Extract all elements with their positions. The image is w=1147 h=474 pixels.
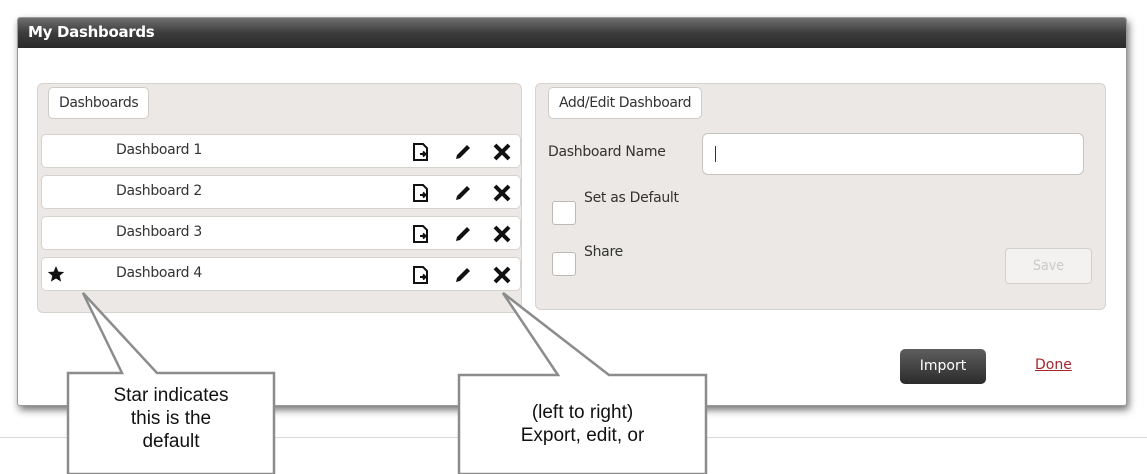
callout-line: Star indicates	[113, 385, 229, 406]
dashboards-panel: Dashboards Dashboard 1 Dashboard 2 Dashb…	[37, 83, 522, 313]
edit-icon[interactable]	[452, 141, 474, 163]
save-button[interactable]: Save	[1005, 248, 1092, 284]
dashboards-tab[interactable]: Dashboards	[48, 87, 150, 119]
dashboard-name-input[interactable]	[702, 133, 1084, 175]
dashboard-name: Dashboard 3	[116, 224, 203, 240]
edit-icon[interactable]	[452, 223, 474, 245]
dashboard-name: Dashboard 2	[116, 183, 203, 199]
dashboard-row[interactable]: Dashboard 1	[41, 134, 521, 168]
export-icon[interactable]	[410, 182, 432, 204]
text-cursor	[715, 146, 716, 162]
star-callout-text: Star indicates this is the default	[70, 384, 272, 453]
dashboard-name: Dashboard 1	[116, 142, 203, 158]
export-icon[interactable]	[410, 223, 432, 245]
export-icon[interactable]	[410, 264, 432, 286]
set-default-label: Set as Default	[584, 190, 679, 206]
delete-icon[interactable]	[491, 264, 513, 286]
dashboard-row[interactable]: Dashboard 4	[41, 257, 521, 291]
export-icon[interactable]	[410, 141, 432, 163]
delete-icon[interactable]	[491, 223, 513, 245]
edit-icon[interactable]	[452, 182, 474, 204]
actions-callout-text: (left to right) Export, edit, or	[461, 401, 704, 447]
add-edit-panel: Add/Edit Dashboard Dashboard Name Set as…	[535, 83, 1106, 310]
share-checkbox[interactable]	[552, 252, 576, 276]
share-label: Share	[584, 244, 623, 260]
delete-icon[interactable]	[491, 141, 513, 163]
callout-line: default	[142, 431, 200, 452]
callout-line: this is the	[130, 408, 212, 429]
dialog-header: My Dashboards	[18, 18, 1126, 48]
dashboard-name-label: Dashboard Name	[548, 144, 666, 160]
dialog-title: My Dashboards	[28, 23, 155, 41]
delete-icon[interactable]	[491, 182, 513, 204]
edit-icon[interactable]	[452, 264, 474, 286]
dashboard-name: Dashboard 4	[116, 265, 203, 281]
dashboard-row[interactable]: Dashboard 2	[41, 175, 521, 209]
star-icon	[47, 266, 65, 282]
my-dashboards-dialog: My Dashboards Dashboards Dashboard 1 Das…	[17, 17, 1127, 406]
callout-line: Export, edit, or	[520, 425, 645, 446]
set-default-checkbox[interactable]	[552, 201, 576, 225]
import-button[interactable]: Import	[900, 349, 986, 384]
add-edit-tab[interactable]: Add/Edit Dashboard	[548, 87, 703, 119]
dashboard-row[interactable]: Dashboard 3	[41, 216, 521, 250]
done-link[interactable]: Done	[1035, 357, 1072, 373]
callout-line: (left to right)	[531, 402, 634, 423]
